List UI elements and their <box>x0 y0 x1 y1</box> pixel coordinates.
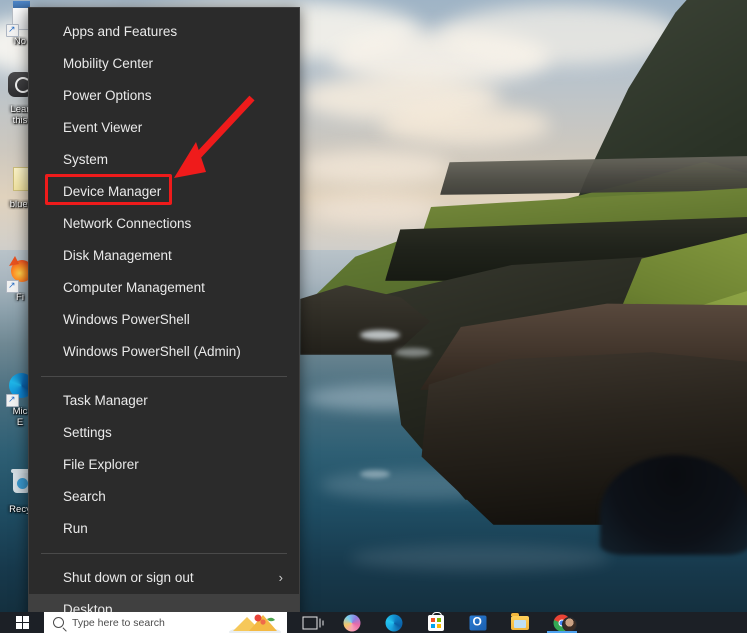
menu-item-event-viewer[interactable]: Event Viewer <box>29 112 299 144</box>
menu-item-label: Power Options <box>63 88 152 103</box>
menu-item-label: Windows PowerShell <box>63 312 190 327</box>
taskbar: Type here to search <box>0 611 747 633</box>
menu-item-label: Windows PowerShell (Admin) <box>63 344 241 359</box>
edge-icon <box>385 614 403 631</box>
cloud <box>300 150 450 184</box>
menu-item-task-manager[interactable]: Task Manager <box>29 385 299 417</box>
winx-menu-list: Apps and Features Mobility Center Power … <box>29 16 299 626</box>
avatar <box>562 617 577 632</box>
taskbar-button-file-explorer[interactable] <box>499 612 541 633</box>
chevron-right-icon: › <box>278 570 283 585</box>
taskbar-button-microsoft-store[interactable] <box>415 611 457 633</box>
menu-item-mobility-center[interactable]: Mobility Center <box>29 48 299 80</box>
taskbar-button-task-view[interactable] <box>289 612 331 633</box>
menu-separator <box>41 376 287 377</box>
menu-item-label: Computer Management <box>63 280 205 295</box>
surf-foam <box>360 330 400 340</box>
surf-foam <box>395 348 431 357</box>
menu-item-system[interactable]: System <box>29 144 299 176</box>
task-view-icon <box>302 616 324 629</box>
taskbar-button-outlook[interactable] <box>457 612 499 633</box>
menu-item-label: System <box>63 152 109 167</box>
taskbar-button-google-chrome[interactable] <box>541 612 583 633</box>
taskbar-icon-strip <box>289 611 583 633</box>
cloud <box>310 195 440 225</box>
taskbar-search-box[interactable]: Type here to search <box>44 612 287 633</box>
menu-item-settings[interactable]: Settings <box>29 417 299 449</box>
cloud <box>380 105 550 145</box>
menu-item-label: Task Manager <box>63 393 148 408</box>
menu-item-label: File Explorer <box>63 457 139 472</box>
search-placeholder: Type here to search <box>72 616 165 629</box>
cloud <box>440 5 680 65</box>
copilot-icon <box>343 614 361 631</box>
menu-item-label: Device Manager <box>63 184 162 199</box>
taskbar-button-microsoft-edge[interactable] <box>373 612 415 633</box>
sea-highlight <box>350 545 610 571</box>
menu-item-apps-and-features[interactable]: Apps and Features <box>29 16 299 48</box>
menu-item-power-options[interactable]: Power Options <box>29 80 299 112</box>
menu-item-windows-powershell[interactable]: Windows PowerShell <box>29 304 299 336</box>
menu-item-disk-management[interactable]: Disk Management <box>29 240 299 272</box>
menu-item-label: Settings <box>63 425 112 440</box>
menu-item-label: Apps and Features <box>63 24 178 39</box>
menu-item-label: Mobility Center <box>63 56 154 71</box>
menu-item-device-manager[interactable]: Device Manager <box>29 176 299 208</box>
menu-item-run[interactable]: Run <box>29 513 299 545</box>
menu-item-label: Disk Management <box>63 248 172 263</box>
winx-quick-link-menu: Apps and Features Mobility Center Power … <box>28 7 300 626</box>
outlook-icon <box>469 614 487 630</box>
menu-item-shut-down-or-sign-out[interactable]: Shut down or sign out › <box>29 562 299 594</box>
menu-item-computer-management[interactable]: Computer Management <box>29 272 299 304</box>
menu-item-file-explorer[interactable]: File Explorer <box>29 449 299 481</box>
windows-logo-icon <box>16 616 29 629</box>
taskbar-button-copilot[interactable] <box>331 612 373 633</box>
menu-item-label: Event Viewer <box>63 120 143 135</box>
menu-item-windows-powershell-admin[interactable]: Windows PowerShell (Admin) <box>29 336 299 368</box>
desktop-screen: No Lear this bluet Fi Mic E <box>0 0 747 633</box>
search-icon <box>53 617 64 628</box>
menu-item-label: Search <box>63 489 106 504</box>
menu-item-label: Shut down or sign out <box>63 570 194 585</box>
folder-icon <box>511 612 529 630</box>
surf-foam <box>360 470 390 478</box>
menu-item-label: Run <box>63 521 88 536</box>
menu-item-label: Network Connections <box>63 216 192 231</box>
menu-separator <box>41 553 287 554</box>
menu-item-search[interactable]: Search <box>29 481 299 513</box>
menu-item-network-connections[interactable]: Network Connections <box>29 208 299 240</box>
start-button[interactable] <box>0 612 44 633</box>
store-icon <box>428 611 444 631</box>
search-illustration <box>229 614 281 633</box>
